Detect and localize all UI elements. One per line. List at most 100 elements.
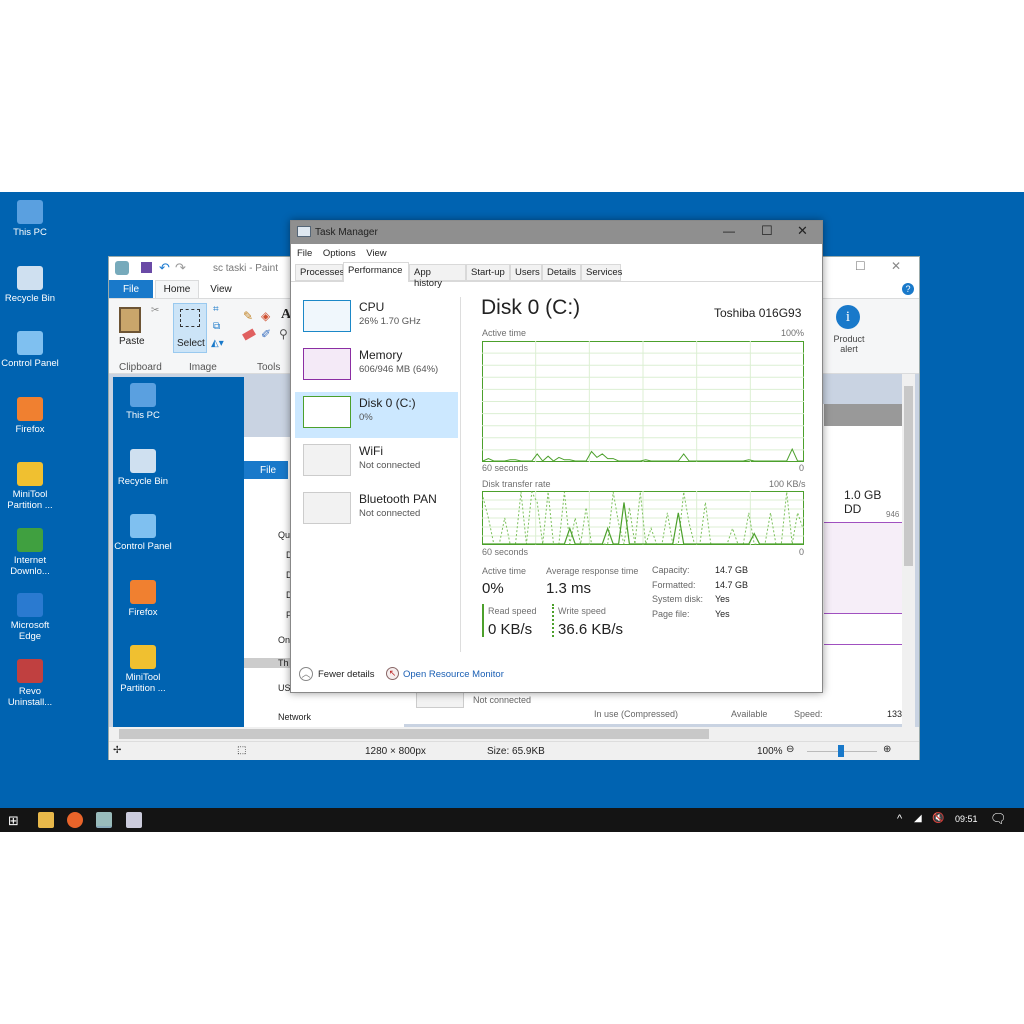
paste-icon[interactable]: [119, 307, 141, 333]
read-speed-marker: [482, 604, 484, 637]
pencil-icon[interactable]: ✎: [243, 309, 253, 323]
desktop-icon[interactable]: This PC: [0, 200, 60, 238]
fewer-details-button[interactable]: Fewer details: [318, 669, 375, 680]
desktop-icon[interactable]: MiniTool Partition ...: [0, 462, 60, 511]
resource-tile[interactable]: Memory 606/946 MB (64%): [295, 344, 458, 390]
desktop-icon[interactable]: Internet Downlo...: [0, 527, 60, 577]
menu-file[interactable]: File: [297, 248, 312, 259]
canvas-icon-image: [130, 448, 156, 473]
canvas-desktop: This PC Recycle Bin Control Panel Firefox Mi…: [113, 377, 244, 727]
explorer-nav-item: Qu: [278, 530, 291, 540]
fill-icon[interactable]: ◈: [261, 309, 270, 323]
zoom-in-button[interactable]: ⊕: [883, 744, 891, 755]
canvas-desktop-icon: Firefox: [113, 579, 173, 618]
tab-app-history[interactable]: App history: [409, 264, 466, 289]
file-size: Size: 65.9KB: [487, 746, 545, 757]
desktop-icon[interactable]: Recycle Bin: [0, 265, 60, 304]
rotate-icon[interactable]: ◭▾: [211, 338, 224, 349]
tab-performance[interactable]: Performance: [343, 262, 409, 282]
canvas-icon-label: Control Panel: [114, 541, 172, 552]
save-icon[interactable]: [141, 262, 152, 273]
tab-home[interactable]: Home: [155, 280, 199, 298]
property-value: 14.7 GB: [715, 579, 749, 590]
property-value: 14.7 GB: [715, 565, 749, 575]
resource-tile[interactable]: CPU 26% 1.70 GHz: [295, 296, 458, 342]
desktop-icon[interactable]: Microsoft Edge: [0, 593, 60, 642]
clock[interactable]: 09:51: [955, 814, 978, 824]
desktop-icon[interactable]: Revo Uninstall...: [0, 658, 60, 708]
resource-name: WiFi: [359, 444, 383, 458]
desktop-icon-image: [17, 396, 43, 421]
zoom-slider-thumb[interactable]: [838, 745, 844, 757]
tab-start-up[interactable]: Start-up: [466, 264, 510, 281]
desktop-icon[interactable]: Control Panel: [0, 331, 60, 369]
firefox-icon[interactable]: [67, 812, 83, 828]
menu-view[interactable]: View: [366, 248, 386, 259]
tab-processes[interactable]: Processes: [295, 264, 344, 281]
resource-monitor-icon: ↖: [386, 667, 399, 680]
notifications-icon[interactable]: 🗨: [990, 811, 1007, 827]
tab-services[interactable]: Services: [581, 264, 622, 281]
tab-view[interactable]: View: [201, 280, 241, 298]
desktop-icon-image: [17, 331, 43, 355]
canvas-icon-label: MiniTool Partition ...: [120, 672, 166, 694]
canvas-memory-graph: [824, 522, 902, 614]
resize-icon[interactable]: ⧉: [213, 321, 220, 332]
minimize-button[interactable]: —: [723, 224, 735, 238]
wifi-icon[interactable]: ◢: [914, 813, 922, 824]
resource-thumbnail: [303, 396, 351, 428]
canvas-icon-label: Recycle Bin: [117, 475, 169, 487]
maximize-button[interactable]: ☐: [761, 223, 773, 239]
menu-options[interactable]: Options: [323, 248, 356, 259]
help-icon[interactable]: ?: [902, 283, 914, 295]
property-label: Formatted:: [652, 579, 696, 590]
vertical-scrollbar[interactable]: [902, 374, 915, 727]
start-button[interactable]: ⊞: [8, 813, 19, 829]
select-label: Select: [177, 338, 205, 349]
resource-value: Not connected: [359, 460, 421, 471]
active-time-label: Active time: [482, 328, 527, 338]
volume-muted-icon[interactable]: 🔇: [932, 813, 944, 824]
product-alert-button[interactable]: Product alert: [827, 334, 871, 354]
close-button[interactable]: ✕: [891, 259, 901, 273]
open-resource-monitor-link[interactable]: Open Resource Monitor: [403, 669, 504, 680]
tab-file[interactable]: File: [109, 280, 153, 298]
desktop-icon-label: Firefox: [15, 423, 45, 435]
paint-taskbar-icon[interactable]: [126, 812, 142, 828]
paste-button[interactable]: Paste: [119, 336, 145, 347]
tab-details[interactable]: Details: [542, 264, 581, 281]
maximize-button[interactable]: ☐: [855, 259, 866, 273]
canvas-line: [824, 644, 902, 645]
task-manager-icon: [297, 226, 311, 237]
resource-tile[interactable]: Disk 0 (C:) 0%: [295, 392, 458, 438]
canvas-desktop-icon: This PC: [113, 383, 173, 421]
resource-name: Disk 0 (C:): [359, 396, 416, 410]
resource-tile[interactable]: WiFi Not connected: [295, 440, 458, 486]
chevron-up-icon[interactable]: ︿: [299, 667, 313, 681]
crop-icon[interactable]: ⌗: [213, 304, 219, 315]
paint-title: sc taski - Paint: [213, 263, 279, 274]
file-explorer-icon[interactable]: [38, 812, 54, 828]
tm-titlebar: Task Manager — ☐ ✕: [291, 221, 822, 244]
task-manager-taskbar-icon[interactable]: [96, 812, 112, 828]
close-button[interactable]: ✕: [797, 223, 808, 239]
zoom-out-button[interactable]: ⊖: [786, 744, 794, 755]
chevron-up-icon[interactable]: ^: [897, 813, 902, 825]
eraser-icon[interactable]: [242, 328, 256, 341]
info-icon[interactable]: i: [836, 305, 860, 329]
desktop-icon[interactable]: Firefox: [0, 396, 60, 435]
select-button[interactable]: Select: [173, 303, 207, 353]
magnifier-icon[interactable]: ⚲: [279, 327, 288, 341]
horizontal-scrollbar[interactable]: [109, 727, 919, 741]
undo-icon[interactable]: ↶: [159, 260, 170, 276]
stat-active-time: 0%: [482, 580, 504, 597]
cut-icon[interactable]: ✂: [151, 305, 159, 316]
tab-users[interactable]: Users: [510, 264, 542, 281]
redo-icon[interactable]: ↷: [175, 260, 186, 276]
resource-thumbnail: [303, 348, 351, 380]
resource-thumbnail: [303, 492, 351, 524]
color-picker-icon[interactable]: ✐: [261, 327, 271, 341]
resource-tile[interactable]: Bluetooth PAN Not connected: [295, 488, 458, 534]
desktop-icon-label: Microsoft Edge: [10, 620, 50, 642]
canvas-icon-image: [130, 579, 156, 604]
